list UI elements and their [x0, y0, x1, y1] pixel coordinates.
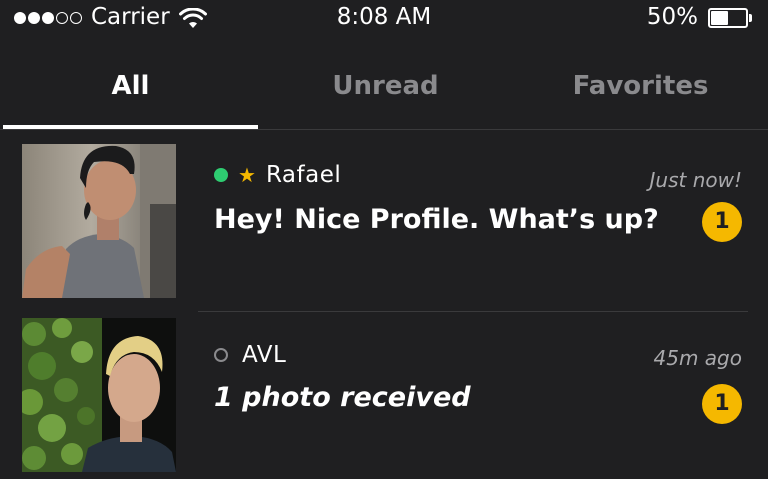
contact-name: AVL — [242, 342, 287, 368]
tab-unread[interactable]: Unread — [258, 58, 513, 118]
message-preview: Hey! Nice Profile. What’s up? — [214, 204, 659, 235]
unread-count-badge: 1 — [702, 384, 742, 424]
unread-count-badge: 1 — [702, 202, 742, 242]
status-bar: Carrier 8:08 AM 50% — [0, 0, 768, 36]
tab-all[interactable]: All — [3, 58, 258, 118]
message-timestamp: 45m ago — [653, 346, 742, 370]
contact-name-line: ★ Rafael — [214, 162, 341, 188]
contact-name-line: AVL — [214, 342, 286, 368]
online-status-icon — [214, 168, 228, 182]
conversation-row-avl[interactable]: AVL 45m ago 1 photo received 1 — [0, 312, 768, 479]
conversation-row-rafael[interactable]: ★ Rafael Just now! Hey! Nice Profile. Wh… — [0, 130, 768, 312]
message-preview: 1 photo received — [214, 382, 471, 413]
battery-percent: 50% — [646, 4, 698, 30]
offline-status-icon — [214, 348, 228, 362]
avatar[interactable] — [22, 144, 176, 298]
message-timestamp: Just now! — [649, 168, 742, 192]
battery-icon — [708, 8, 752, 28]
favorite-star-icon: ★ — [238, 163, 256, 187]
tab-favorites[interactable]: Favorites — [513, 58, 768, 118]
contact-name: Rafael — [265, 162, 342, 188]
avatar[interactable] — [22, 318, 176, 472]
tab-bar: All Unread Favorites — [0, 58, 768, 128]
